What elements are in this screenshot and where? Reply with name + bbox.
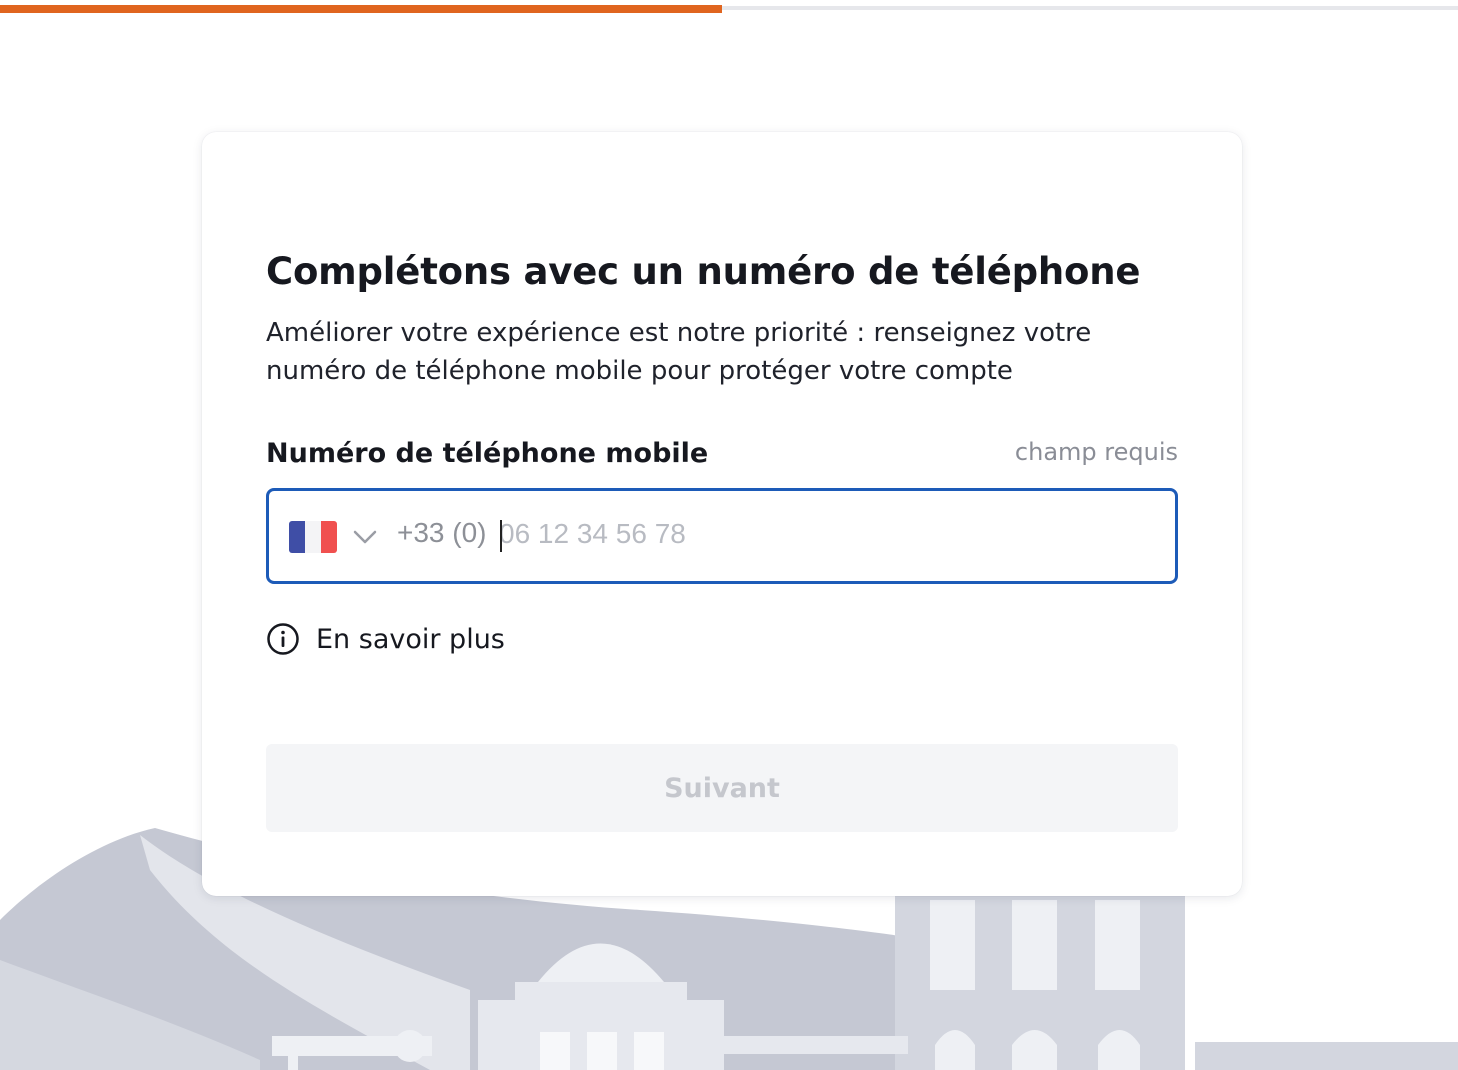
dial-code: +33 (0) [397, 517, 487, 548]
phone-number-input[interactable] [499, 509, 1139, 559]
learn-more-link[interactable]: En savoir plus [266, 622, 505, 656]
page-title: Complétons avec un numéro de téléphone [266, 250, 1141, 293]
country-selector[interactable] [289, 519, 389, 555]
phone-field-label: Numéro de téléphone mobile [266, 438, 709, 469]
progress-bar [0, 5, 1458, 13]
required-hint: champ requis [1014, 438, 1178, 466]
phone-input-box: +33 (0) [266, 488, 1178, 584]
next-button[interactable]: Suivant [266, 744, 1178, 832]
info-icon [267, 623, 299, 655]
phone-number-card: Complétons avec un numéro de téléphone A… [202, 132, 1242, 896]
chevron-down-icon [353, 530, 377, 544]
progress-fill [0, 5, 722, 13]
learn-more-label: En savoir plus [316, 623, 505, 655]
france-flag-icon [289, 521, 337, 553]
page-subtitle: Améliorer votre expérience est notre pri… [266, 318, 1092, 386]
page: Complétons avec un numéro de téléphone A… [0, 0, 1458, 1070]
text-caret [500, 520, 502, 552]
